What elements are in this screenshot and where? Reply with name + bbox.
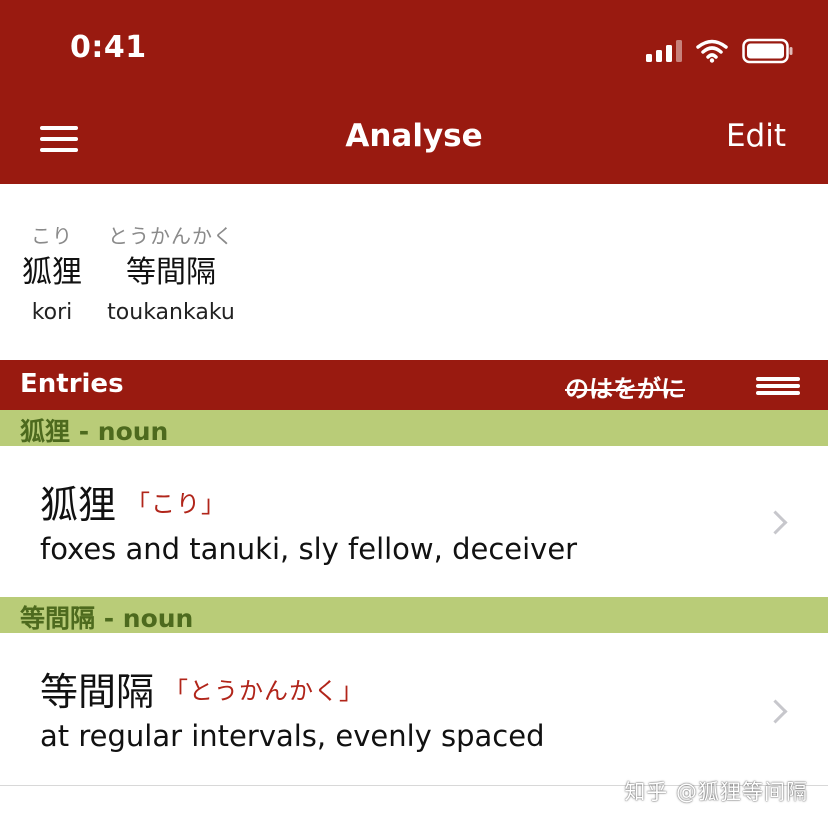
word-furigana: とうかんかく	[108, 224, 234, 248]
section-header: 狐狸 - noun	[0, 410, 828, 446]
analysis-panel: こり 狐狸 kori とうかんかく 等間隔 toukankaku	[0, 184, 828, 360]
chevron-right-icon[interactable]	[763, 699, 788, 724]
signal-icon	[646, 40, 682, 62]
word-furigana: こり	[31, 224, 73, 248]
word-kanji: 等間隔	[126, 255, 216, 290]
section-header-label: 等間隔 - noun	[20, 604, 194, 633]
battery-icon	[742, 38, 793, 64]
chevron-right-icon[interactable]	[763, 510, 788, 535]
entries-header: Entries のはをがに	[0, 360, 828, 410]
section-header-label: 狐狸 - noun	[20, 417, 169, 446]
word-romaji: toukankaku	[107, 300, 235, 325]
entry-kanji: 等間隔	[40, 670, 155, 714]
top-bar: 0:41 Analyse Edit	[0, 0, 828, 184]
edit-button[interactable]: Edit	[726, 118, 786, 154]
entries-title: Entries	[20, 369, 124, 399]
list-item[interactable]: 狐狸 「こり」 foxes and tanuki, sly fellow, dec…	[0, 446, 828, 596]
particle-toggle[interactable]: のはをがに	[565, 369, 685, 404]
entry-reading: 「とうかんかく」	[164, 677, 365, 705]
analysis-word[interactable]: とうかんかく 等間隔 toukankaku	[104, 222, 238, 330]
entry-kanji: 狐狸	[40, 483, 117, 527]
status-icons	[646, 36, 794, 66]
word-romaji: kori	[31, 300, 73, 325]
section-header: 等間隔 - noun	[0, 597, 828, 633]
entries-menu-icon[interactable]	[756, 375, 800, 395]
watermark: 知乎 @狐狸等间隔	[624, 780, 808, 804]
entry-gloss: foxes and tanuki, sly fellow, deceiver	[40, 532, 578, 566]
entry-headword: 等間隔 「とうかんかく」	[40, 661, 364, 716]
wifi-icon	[696, 39, 728, 63]
entry-headword: 狐狸 「こり」	[40, 474, 226, 529]
status-time: 0:41	[70, 30, 147, 65]
word-kanji: 狐狸	[22, 255, 82, 290]
page-title: Analyse	[345, 118, 483, 154]
entry-reading: 「こり」	[126, 490, 227, 518]
analysis-word[interactable]: こり 狐狸 kori	[20, 222, 84, 330]
list-item[interactable]: 等間隔 「とうかんかく」 at regular intervals, evenly…	[0, 633, 828, 783]
entry-gloss: at regular intervals, evenly spaced	[40, 719, 545, 753]
